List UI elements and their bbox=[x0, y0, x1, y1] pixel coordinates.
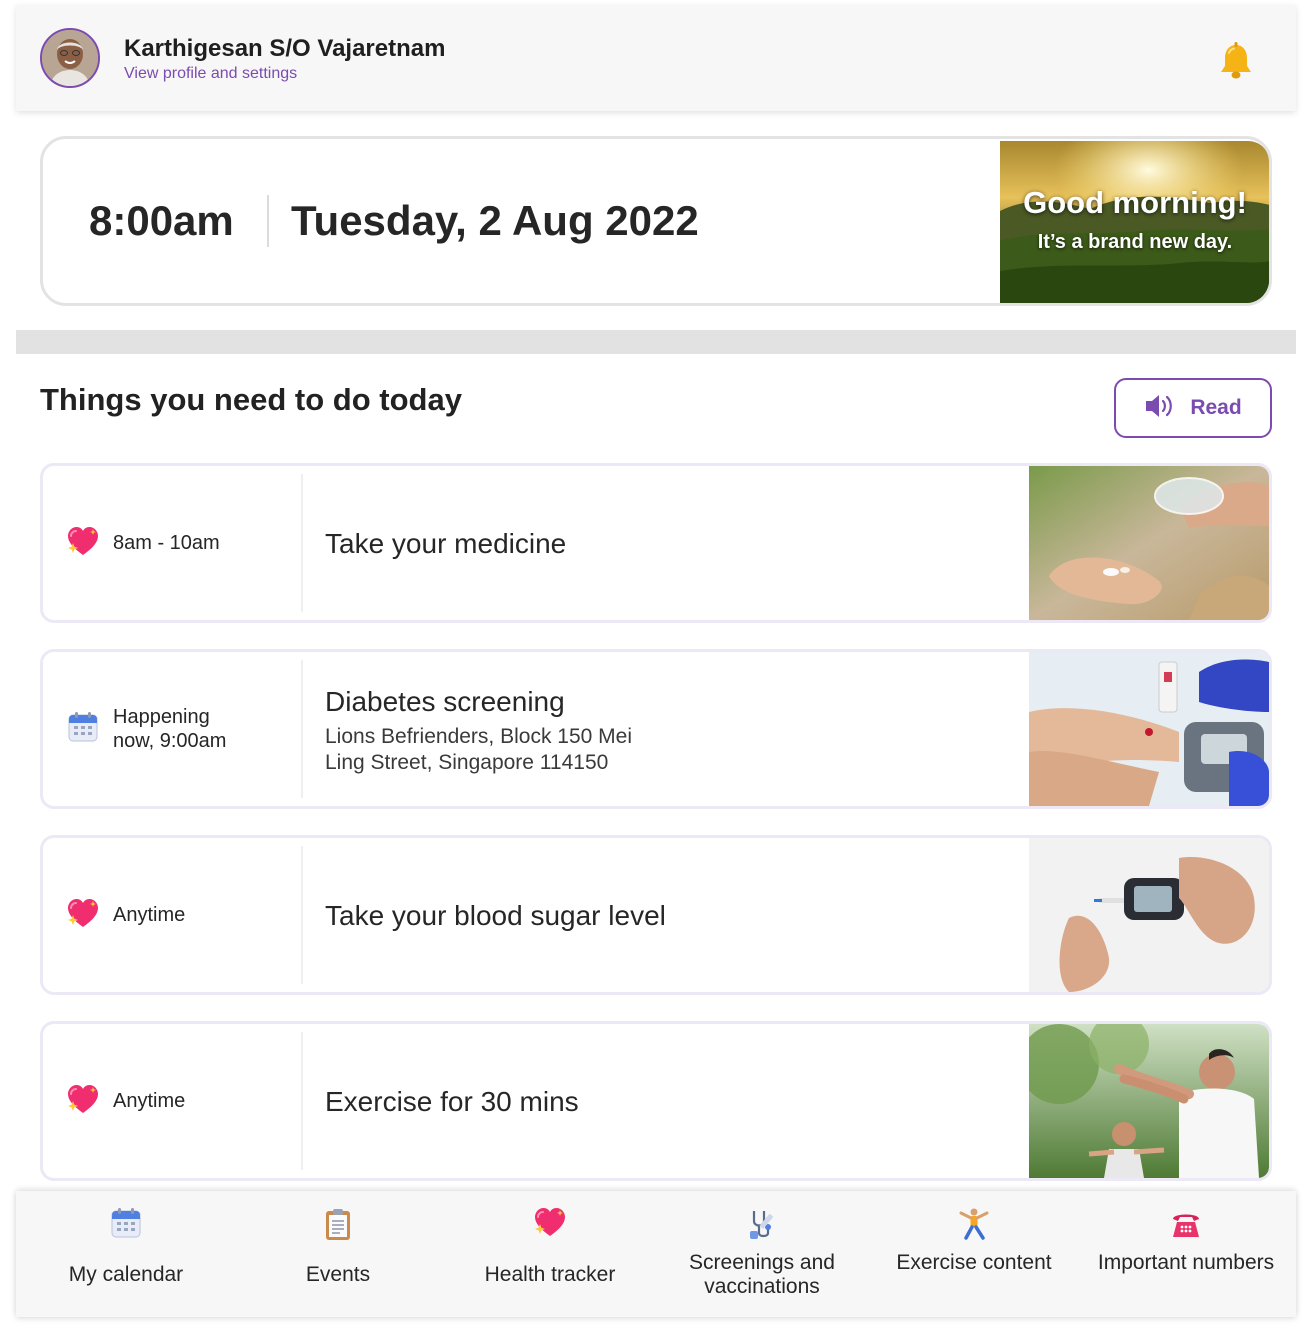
clipboard-icon bbox=[322, 1207, 354, 1241]
read-button-label: Read bbox=[1190, 396, 1242, 419]
task-time: Happening now, 9:00am bbox=[67, 652, 297, 806]
task-time-label: 8am - 10am bbox=[113, 532, 220, 554]
task-time: Anytime bbox=[67, 838, 297, 992]
app-header: Karthigesan S/O Vajaretnam View profile … bbox=[16, 5, 1296, 111]
task-card-exercise[interactable]: Anytime Exercise for 30 mins bbox=[40, 1021, 1272, 1181]
current-date: Tuesday, 2 Aug 2022 bbox=[291, 197, 699, 244]
nav-label: Exercise content bbox=[896, 1251, 1052, 1274]
nav-my-calendar[interactable]: My calendar bbox=[20, 1191, 232, 1317]
speaker-icon bbox=[1144, 392, 1176, 425]
divider bbox=[267, 195, 269, 247]
task-location: Lions Befrienders, Block 150 Mei Ling St… bbox=[325, 725, 632, 774]
greeting-subtitle: It’s a brand new day. bbox=[1037, 231, 1233, 253]
nav-health-tracker[interactable]: Health tracker bbox=[444, 1191, 656, 1317]
task-card-diabetes-screening[interactable]: Happening now, 9:00am Diabetes screening… bbox=[40, 649, 1272, 809]
task-title: Diabetes screening bbox=[325, 686, 565, 717]
nav-events[interactable]: Events bbox=[232, 1191, 444, 1317]
bell-icon[interactable] bbox=[1216, 41, 1256, 81]
telephone-icon bbox=[1170, 1207, 1202, 1241]
calendar-icon bbox=[67, 711, 99, 748]
read-aloud-button[interactable]: Read bbox=[1114, 378, 1272, 438]
avatar[interactable] bbox=[40, 28, 100, 88]
profile-settings-link[interactable]: View profile and settings bbox=[124, 65, 297, 83]
user-name: Karthigesan S/O Vajaretnam bbox=[124, 35, 446, 62]
date-time-card: 8:00am Tuesday, 2 Aug 2022 Good morning!… bbox=[40, 136, 1272, 306]
stethoscope-syringe-icon bbox=[746, 1207, 778, 1241]
sunrise-landscape-image bbox=[1000, 141, 1269, 303]
bottom-navigation: My calendar Events Health tracker Screen… bbox=[16, 1191, 1296, 1317]
person-exercising-icon bbox=[958, 1207, 990, 1241]
sparkling-heart-icon bbox=[67, 525, 99, 561]
nav-label: My calendar bbox=[68, 1263, 184, 1286]
nav-exercise-content[interactable]: Exercise content bbox=[868, 1191, 1080, 1317]
section-divider bbox=[16, 330, 1296, 354]
task-title: Exercise for 30 mins bbox=[325, 1086, 579, 1117]
calendar-icon bbox=[110, 1207, 142, 1241]
nav-important-numbers[interactable]: Important numbers bbox=[1080, 1191, 1292, 1317]
task-time: Anytime bbox=[67, 1024, 297, 1178]
medicine-pills-photo bbox=[1029, 466, 1269, 620]
greeting-banner: Good morning! It’s a brand new day. bbox=[1000, 141, 1269, 303]
current-time: 8:00am bbox=[89, 197, 234, 244]
blood-glucose-test-photo bbox=[1029, 652, 1269, 806]
sparkling-heart-icon bbox=[67, 1083, 99, 1119]
task-time-label: Happening now, 9:00am bbox=[113, 706, 227, 752]
task-time: 8am - 10am bbox=[67, 466, 297, 620]
nav-label: Events bbox=[305, 1263, 371, 1286]
task-card-medicine[interactable]: 8am - 10am Take your medicine bbox=[40, 463, 1272, 623]
greeting-title: Good morning! bbox=[1023, 185, 1247, 220]
section-title: Things you need to do today bbox=[40, 382, 462, 417]
sparkling-heart-icon bbox=[534, 1207, 566, 1241]
divider bbox=[301, 846, 303, 984]
sparkling-heart-icon bbox=[67, 897, 99, 933]
elderly-exercise-photo bbox=[1029, 1024, 1269, 1178]
nav-label: Screenings and vaccinations bbox=[689, 1251, 835, 1298]
task-time-label: Anytime bbox=[113, 904, 186, 926]
nav-label: Health tracker bbox=[484, 1263, 616, 1286]
divider bbox=[301, 474, 303, 612]
task-title: Take your medicine bbox=[325, 528, 567, 559]
glucose-meter-photo bbox=[1029, 838, 1269, 992]
nav-screenings-vaccinations[interactable]: Screenings and vaccinations bbox=[656, 1191, 868, 1317]
divider bbox=[301, 1032, 303, 1170]
nav-label: Important numbers bbox=[1097, 1251, 1275, 1274]
divider bbox=[301, 660, 303, 798]
task-title: Take your blood sugar level bbox=[325, 900, 666, 931]
task-card-blood-sugar[interactable]: Anytime Take your blood sugar level bbox=[40, 835, 1272, 995]
task-time-label: Anytime bbox=[113, 1090, 186, 1112]
